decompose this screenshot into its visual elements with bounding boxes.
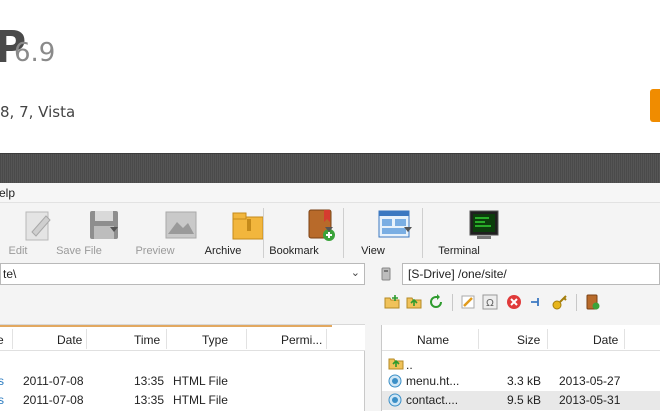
delete-icon[interactable] — [506, 294, 522, 310]
download-button[interactable] — [650, 89, 660, 122]
row-date: 2011-07-08 — [23, 374, 84, 388]
sort-indicator-bar — [0, 325, 332, 327]
new-folder-icon[interactable] — [384, 294, 400, 310]
menu-help[interactable]: elp — [0, 186, 15, 200]
parent-folder-icon — [388, 358, 404, 370]
rename-icon[interactable] — [460, 294, 476, 310]
column-separator — [12, 329, 13, 349]
row-name: contact.... — [406, 393, 459, 407]
toolbar-separator — [343, 208, 344, 258]
refresh-icon[interactable] — [428, 294, 444, 310]
main-toolbar: Edit Save File Preview Archive Bookmark … — [0, 204, 660, 262]
row-time: 13:35 — [134, 374, 165, 388]
view-icon — [378, 210, 410, 238]
edit-label: Edit — [8, 245, 28, 257]
column-separator — [166, 329, 167, 349]
html-file-icon: s — [0, 393, 4, 407]
column-size[interactable]: Size — [517, 333, 540, 347]
column-separator — [547, 329, 548, 349]
bookmark-icon — [308, 209, 335, 241]
table-row[interactable]: menu.ht... 3.3 kB 2013-05-27 — [382, 372, 660, 391]
save-dropdown-arrow[interactable] — [110, 227, 118, 232]
toolbar-separator — [263, 208, 264, 258]
archive-icon — [232, 212, 264, 240]
local-list-header: e Date Time Type Permi... — [0, 325, 365, 351]
screenshot-frame-bar — [0, 153, 660, 183]
row-type: HTML File — [173, 393, 228, 407]
view-label: View — [361, 245, 385, 257]
column-name-edge[interactable]: e — [0, 333, 4, 347]
save-icon — [90, 211, 118, 239]
properties-icon[interactable]: Ω — [482, 294, 498, 310]
remote-toolbar: Ω — [380, 292, 660, 314]
column-permissions[interactable]: Permi... — [281, 333, 322, 347]
html-file-icon — [388, 393, 402, 407]
list-item-parent[interactable]: .. — [382, 353, 660, 372]
add-bookmark-icon[interactable] — [584, 294, 600, 310]
row-size: 3.3 kB — [507, 374, 542, 388]
drive-icon[interactable] — [381, 267, 391, 281]
column-date[interactable]: Date — [57, 333, 82, 347]
svg-text:Ω: Ω — [486, 298, 494, 309]
column-type[interactable]: Type — [202, 333, 228, 347]
column-separator — [478, 329, 479, 349]
remote-path-value: [S-Drive] /one/site/ — [408, 267, 507, 281]
table-row[interactable]: contact.... 9.5 kB 2013-05-31 — [382, 391, 660, 410]
row-date: 2013-05-27 — [559, 374, 621, 388]
column-name[interactable]: Name — [417, 333, 449, 347]
key-icon[interactable] — [552, 294, 568, 310]
remote-path-field[interactable]: [S-Drive] /one/site/ — [402, 263, 660, 285]
toolbar-separator — [452, 294, 453, 311]
toolbar-separator — [576, 294, 577, 311]
row-date: 2011-07-08 — [23, 393, 84, 407]
chevron-down-icon[interactable]: ⌄ — [351, 266, 360, 279]
column-date[interactable]: Date — [593, 333, 618, 347]
local-path-value: te\ — [3, 267, 17, 281]
local-file-list[interactable]: e Date Time Type Permi... s 2011-07-08 1… — [0, 325, 365, 411]
row-date: 2013-05-31 — [559, 393, 621, 407]
preview-icon — [165, 211, 197, 239]
menu-bar: elp — [0, 183, 660, 203]
product-version: 6.9 — [14, 38, 56, 68]
parent-folder-icon[interactable] — [406, 294, 422, 310]
column-time[interactable]: Time — [134, 333, 160, 347]
local-path-combobox[interactable]: te\ ⌄ — [0, 263, 365, 285]
table-row[interactable]: s 2011-07-08 13:35 HTML File — [0, 372, 365, 391]
preview-label: Preview — [135, 245, 175, 257]
row-name: menu.ht... — [406, 374, 460, 388]
bookmark-dropdown-arrow[interactable] — [325, 227, 333, 232]
remote-file-list[interactable]: Name Size Date .. menu.ht... 3.3 kB 2013… — [381, 325, 660, 411]
table-row[interactable]: s 2011-07-08 13:35 HTML File — [0, 391, 365, 410]
row-size: 9.5 kB — [507, 393, 542, 407]
cursor-icon[interactable] — [528, 294, 544, 310]
html-file-icon: s — [0, 374, 4, 388]
html-file-icon — [388, 374, 402, 388]
row-time: 13:35 — [134, 393, 165, 407]
bookmark-label: Bookmark — [269, 245, 319, 257]
view-dropdown-arrow[interactable] — [404, 227, 412, 232]
terminal-label: Terminal — [438, 245, 480, 257]
row-name: .. — [406, 358, 413, 372]
save-file-label: Save File — [56, 245, 102, 257]
edit-icon — [25, 211, 51, 241]
remote-list-header: Name Size Date — [382, 325, 660, 351]
row-type: HTML File — [173, 374, 228, 388]
column-separator — [86, 329, 87, 349]
local-toolbar-strip — [0, 289, 365, 325]
os-support-text: 8, 7, Vista — [0, 103, 76, 121]
column-separator — [326, 329, 327, 349]
column-separator — [246, 329, 247, 349]
archive-label: Archive — [204, 245, 242, 257]
column-separator — [624, 329, 625, 349]
toolbar-separator — [422, 208, 423, 258]
terminal-icon — [469, 210, 499, 239]
